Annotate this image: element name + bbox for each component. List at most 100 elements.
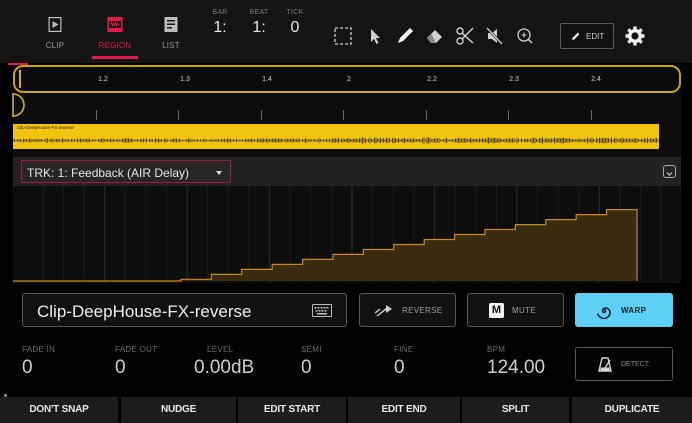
beat-tick xyxy=(508,110,509,120)
dont-snap-label: DON'T SNAP xyxy=(29,404,89,415)
edit-button-label: EDIT xyxy=(586,32,605,41)
track-select-value: TRK: 1: Feedback (AIR Delay) xyxy=(27,166,190,180)
chevron-down-icon xyxy=(666,172,673,176)
tick-counter[interactable]: TICK 0 xyxy=(282,9,308,37)
semi-param[interactable]: SEMI 0 xyxy=(301,345,322,379)
edit-start-label: EDIT START xyxy=(263,404,321,415)
bar-counter[interactable]: BAR 1: xyxy=(207,9,233,37)
mute-tool-icon xyxy=(486,27,503,45)
bpm-param[interactable]: BPM 124.00 xyxy=(487,345,545,379)
tab-region[interactable]: REGION xyxy=(88,0,142,63)
collapse-button[interactable] xyxy=(663,165,676,178)
pointer-tool[interactable] xyxy=(363,23,387,49)
ruler-mark: 1.4 xyxy=(262,76,272,83)
audio-clip[interactable]: Clip-DeepHouse-FX-reverse xyxy=(13,124,659,149)
bottom-function-bar: DON'T SNAP NUDGE EDIT START EDIT END SPL… xyxy=(0,397,692,423)
fade-in-label: FADE IN xyxy=(22,345,56,354)
tab-clip[interactable]: CLIP xyxy=(35,0,75,63)
split-label: SPLIT xyxy=(501,404,530,415)
eraser-tool[interactable] xyxy=(423,23,447,49)
beat-tick xyxy=(260,110,262,120)
ruler-mark: 2.2 xyxy=(427,76,437,83)
mute-tool[interactable] xyxy=(483,23,507,49)
fade-in-param[interactable]: FADE IN 0 xyxy=(22,345,55,379)
scissors-icon xyxy=(456,27,474,45)
duplicate-button[interactable]: DUPLICATE xyxy=(572,397,692,423)
duplicate-label: DUPLICATE xyxy=(604,404,660,415)
ruler-mark: 2.3 xyxy=(509,76,519,83)
beat-label: BEAT xyxy=(249,9,269,16)
top-toolbar: CLIP REGION LIST BAR 1: BEAT 1: TICK 0 E… xyxy=(0,0,692,63)
pencil-tool[interactable] xyxy=(393,23,417,49)
automation-lane[interactable] xyxy=(13,186,681,283)
warp-button[interactable]: WARP xyxy=(575,293,673,327)
detect-button[interactable]: DETECT xyxy=(575,347,673,381)
tab-list-label: LIST xyxy=(162,41,180,50)
level-value: 0.00dB xyxy=(194,357,255,378)
waveform-view[interactable]: Clip-DeepHouse-FX-reverse xyxy=(11,93,681,157)
clip-name-label: Clip-DeepHouse-FX-reverse xyxy=(17,125,74,130)
bar-value: 1: xyxy=(213,19,227,36)
tick-label: TICK xyxy=(286,9,304,16)
gear-icon xyxy=(625,26,645,46)
warp-spiral-icon xyxy=(596,307,611,319)
edit-tool-group xyxy=(327,23,547,49)
split-button[interactable]: SPLIT xyxy=(462,397,569,423)
settings-button[interactable] xyxy=(624,25,646,47)
edit-button[interactable]: EDIT xyxy=(560,23,614,49)
semi-value: 0 xyxy=(301,357,312,378)
automation-track-select[interactable]: TRK: 1: Feedback (AIR Delay) xyxy=(21,160,231,183)
nudge-label: NUDGE xyxy=(160,404,197,415)
zoom-tool[interactable] xyxy=(513,23,537,49)
mute-button-label: MUTE xyxy=(512,306,536,315)
reverse-button[interactable]: REVERSE xyxy=(359,293,456,327)
fine-label: FINE xyxy=(394,345,414,354)
nudge-button[interactable]: NUDGE xyxy=(121,397,236,423)
beat-tick xyxy=(178,110,179,120)
warp-button-label: WARP xyxy=(621,306,647,315)
automation-header: TRK: 1: Feedback (AIR Delay) xyxy=(13,157,681,186)
region-start-handle[interactable] xyxy=(19,70,21,88)
list-icon xyxy=(164,17,178,32)
chevron-down-icon xyxy=(216,171,222,175)
region-start-marker-icon[interactable] xyxy=(11,93,29,117)
automation-fill xyxy=(13,209,637,281)
edit-end-button[interactable]: EDIT END xyxy=(348,397,460,423)
beat-tick xyxy=(590,110,592,120)
fade-out-param[interactable]: FADE OUT 0 xyxy=(115,345,157,379)
scissors-tool[interactable] xyxy=(453,23,477,49)
eraser-icon xyxy=(427,30,442,43)
detect-button-label: DETECT xyxy=(621,361,649,368)
bpm-label: BPM xyxy=(487,345,506,354)
keyboard-icon[interactable] xyxy=(312,304,332,317)
ruler-mark: 1.3 xyxy=(180,76,190,83)
pointer-icon xyxy=(371,29,380,44)
edit-pencil-icon xyxy=(572,32,580,40)
beat-tick xyxy=(343,110,344,120)
dont-snap-button[interactable]: DON'T SNAP xyxy=(0,397,118,423)
metronome-icon xyxy=(598,357,612,372)
ruler-mark: 2.4 xyxy=(591,76,601,83)
marquee-select-icon xyxy=(334,27,352,45)
reverse-icon xyxy=(374,305,392,316)
marquee-select-tool[interactable] xyxy=(331,23,355,49)
zoom-icon xyxy=(517,28,533,44)
clip-name-value: Clip-DeepHouse-FX-reverse xyxy=(37,302,252,321)
beat-tick xyxy=(95,110,97,120)
beat-counter[interactable]: BEAT 1: xyxy=(244,9,274,37)
level-param[interactable]: LEVEL 0.00dB xyxy=(194,345,254,379)
beat-value: 1: xyxy=(252,19,266,36)
mute-button[interactable]: M MUTE xyxy=(467,293,564,327)
tab-list[interactable]: LIST xyxy=(152,0,190,63)
fade-out-value: 0 xyxy=(115,357,126,378)
semi-label: SEMI xyxy=(301,345,322,354)
edit-start-button[interactable]: EDIT START xyxy=(238,397,346,423)
tab-clip-label: CLIP xyxy=(45,41,65,50)
fine-param[interactable]: FINE 0 xyxy=(394,345,413,379)
tick-value: 0 xyxy=(290,19,300,36)
level-label: LEVEL xyxy=(207,345,234,354)
automation-graph xyxy=(13,186,662,283)
region-overview-bar[interactable]: 1.2 1.3 1.4 2 2.2 2.3 2.4 xyxy=(13,65,681,93)
beat-tick xyxy=(425,110,427,120)
clip-name-field[interactable]: Clip-DeepHouse-FX-reverse xyxy=(22,293,347,327)
